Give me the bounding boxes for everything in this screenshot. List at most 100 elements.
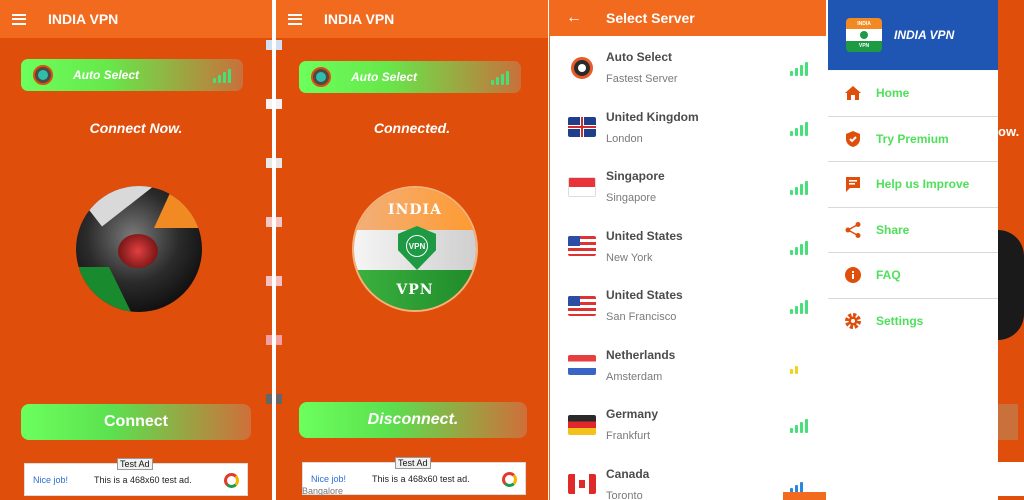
signal-icon <box>790 60 808 76</box>
server-country: Canada <box>606 466 650 481</box>
bottom-strip <box>783 492 826 500</box>
menu-item-share[interactable]: Share <box>828 207 998 253</box>
menu-item-label: Help us Improve <box>876 177 970 192</box>
ad-tag: Test Ad <box>117 458 153 470</box>
server-row[interactable]: Germany Frankfurt <box>550 395 826 455</box>
menu-item-help-improve[interactable]: Help us Improve <box>828 162 998 208</box>
signal-icon <box>213 69 231 83</box>
premium-shield-icon <box>844 130 862 148</box>
server-city: Toronto <box>606 489 643 500</box>
server-city: Frankfurt <box>606 430 651 443</box>
server-city: London <box>606 132 643 145</box>
server-row[interactable]: Netherlands Amsterdam <box>550 336 826 396</box>
back-arrow-icon[interactable]: ← <box>566 9 582 27</box>
connection-status: Connect Now. <box>89 120 183 136</box>
background-screen-edge: ow. <box>998 0 1024 500</box>
server-city: Amsterdam <box>606 370 663 383</box>
menu-item-try-premium[interactable]: Try Premium <box>828 116 998 162</box>
auto-select-label: Auto Select <box>73 68 140 82</box>
netherlands-flag-icon <box>568 355 596 376</box>
auto-select-bar[interactable]: Auto Select <box>299 61 521 93</box>
ad-text: This is a 468x60 test ad. <box>94 474 192 485</box>
globe-icon <box>311 67 331 87</box>
adchoices-icon <box>224 473 239 488</box>
app-logo-icon: INDIA VPN <box>846 18 882 52</box>
server-country: Netherlands <box>606 347 676 362</box>
server-country: Singapore <box>606 169 665 184</box>
adchoices-icon <box>502 472 517 487</box>
auto-select-icon <box>571 56 593 79</box>
feedback-icon <box>844 175 862 193</box>
server-city: New York <box>606 251 653 264</box>
menu-item-faq[interactable]: FAQ <box>828 253 998 299</box>
vpn-logo-icon <box>76 186 202 312</box>
disconnect-button[interactable]: Disconnect. <box>299 402 527 438</box>
server-country: United Kingdom <box>606 109 699 124</box>
menu-item-label: FAQ <box>876 268 901 283</box>
globe-icon <box>33 65 53 85</box>
ad-nice-job: Nice job! <box>311 473 347 484</box>
badge-text-top: INDIA <box>846 18 882 30</box>
app-bar: ← Select Server <box>550 0 826 36</box>
signal-icon <box>790 239 808 255</box>
auto-select-bar[interactable]: Auto Select <box>21 59 243 91</box>
server-list: Auto Select Fastest Server United Kingdom… <box>550 38 826 500</box>
singapore-flag-icon <box>568 176 596 197</box>
badge-text-bottom: VPN <box>846 40 882 52</box>
signal-icon <box>790 120 808 136</box>
us-flag-icon <box>568 236 596 257</box>
peek-text: Bangalore <box>302 486 344 496</box>
menu-item-label: Settings <box>876 314 924 329</box>
uk-flag-icon <box>568 117 596 138</box>
india-vpn-logo-icon: INDIA VPN VPN <box>352 186 478 312</box>
menu-item-settings[interactable]: Settings <box>828 298 998 344</box>
share-icon <box>844 221 862 239</box>
signal-icon <box>491 71 509 85</box>
logo-text-bottom: VPN <box>396 282 434 298</box>
server-row[interactable]: Auto Select Fastest Server <box>550 38 826 98</box>
server-city: San Francisco <box>606 311 677 324</box>
info-icon <box>844 266 862 284</box>
navigation-drawer-screen: INDIA VPN INDIA VPN Home Try Premium Hel… <box>828 0 1024 500</box>
auto-select-label: Auto Select <box>351 70 418 84</box>
ad-text: This is a 468x60 test ad. <box>372 473 470 484</box>
drawer-header: INDIA VPN INDIA VPN <box>828 0 998 70</box>
us-flag-icon <box>568 295 596 316</box>
logo-text-top: INDIA <box>388 202 442 218</box>
server-country: Auto Select <box>606 50 673 65</box>
signal-icon <box>790 477 808 493</box>
edge-flags <box>266 40 272 453</box>
server-row[interactable]: United Kingdom London <box>550 98 826 158</box>
app-bar: INDIA VPN <box>0 0 272 38</box>
ad-tag: Test Ad <box>395 457 431 469</box>
home-screen-disconnected: INDIA VPN Auto Select Connect Now. Conne… <box>0 0 272 500</box>
menu-icon[interactable] <box>288 13 302 25</box>
app-title: INDIA VPN <box>48 11 119 27</box>
server-country: Germany <box>606 407 659 422</box>
server-row[interactable]: United States San Francisco <box>550 276 826 336</box>
server-row[interactable]: United States New York <box>550 217 826 277</box>
drawer-menu: Home Try Premium Help us Improve Share F… <box>828 71 998 344</box>
drawer-empty-area <box>828 344 998 500</box>
signal-icon <box>790 358 808 374</box>
menu-item-label: Try Premium <box>876 131 949 146</box>
server-city: Singapore <box>606 192 657 205</box>
server-row[interactable]: Singapore Singapore <box>550 157 826 217</box>
edge-flags <box>276 40 282 453</box>
server-country: United States <box>606 228 683 243</box>
connect-button[interactable]: Connect <box>21 404 251 440</box>
germany-flag-icon <box>568 414 596 435</box>
menu-icon[interactable] <box>12 13 26 25</box>
menu-item-home[interactable]: Home <box>828 71 998 117</box>
server-city: Fastest Server <box>606 73 678 86</box>
shield-text: VPN <box>406 235 428 257</box>
signal-icon <box>790 417 808 433</box>
drawer-title: INDIA VPN <box>894 28 955 42</box>
server-list-screen: ← Select Server Auto Select Fastest Serve… <box>550 0 826 500</box>
signal-icon <box>790 298 808 314</box>
ad-nice-job: Nice job! <box>33 474 69 485</box>
ad-banner[interactable]: Test Ad Nice job! This is a 468x60 test … <box>24 458 248 496</box>
signal-icon <box>790 179 808 195</box>
screen-title: Select Server <box>606 10 695 26</box>
background-text: ow. <box>998 124 1020 139</box>
